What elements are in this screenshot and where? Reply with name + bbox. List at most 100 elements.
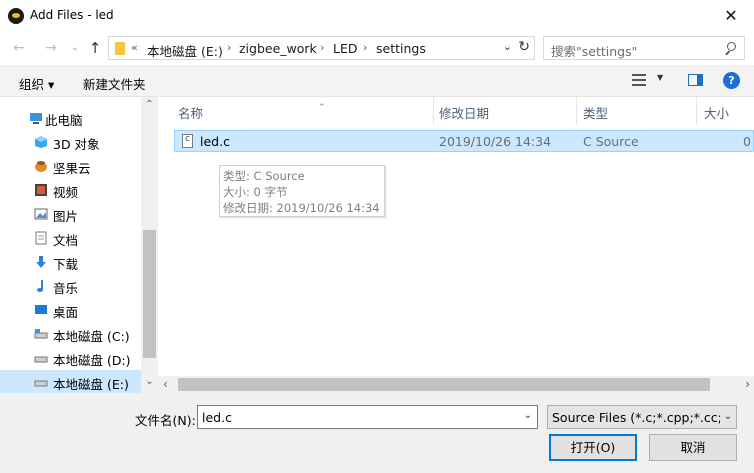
sidebar-item-3d-objects[interactable]: 3D 对象 (0, 130, 141, 154)
column-header-date[interactable]: 修改日期 (439, 97, 576, 125)
pc-icon (29, 111, 43, 125)
breadcrumb-chevron-icon[interactable]: › (363, 41, 367, 54)
sidebar-item-drive-d[interactable]: 本地磁盘 (D:) (0, 346, 141, 370)
horizontal-scrollbar[interactable]: ‹ › (158, 376, 754, 393)
recent-locations-chevron-icon[interactable]: ⌄ (66, 39, 84, 57)
folder-icon (115, 42, 125, 55)
toolbar: 组织 ▾ 新建文件夹 ▼ ? (0, 65, 754, 97)
scroll-left-icon[interactable]: ‹ (163, 377, 168, 391)
breadcrumb-chevron-icon[interactable]: › (227, 41, 231, 54)
file-list: 名称 ⌃ 修改日期 类型 大小 led.c 2019/10/26 14:34 C… (158, 97, 754, 393)
filename-value: led.c (202, 410, 232, 425)
sidebar-item-label: 音乐 (53, 281, 79, 296)
column-header-type[interactable]: 类型 (583, 97, 696, 125)
nut-cloud-icon (34, 159, 48, 173)
sidebar-item-label: 图片 (53, 209, 79, 224)
pictures-icon (34, 207, 48, 221)
file-date: 2019/10/26 14:34 (439, 134, 552, 149)
sidebar-item-music[interactable]: 音乐 (0, 274, 141, 298)
column-header-name[interactable]: 名称 ⌃ (178, 97, 433, 125)
app-icon (8, 8, 24, 24)
view-options-icon[interactable] (632, 73, 650, 87)
sidebar-item-label: 视频 (53, 185, 79, 200)
video-icon (34, 183, 48, 197)
file-tooltip: 类型: C Source 大小: 0 字节 修改日期: 2019/10/26 1… (219, 165, 385, 217)
organize-button[interactable]: 组织 ▾ (19, 74, 54, 93)
column-divider[interactable] (576, 97, 577, 125)
help-icon[interactable]: ? (723, 72, 740, 89)
filename-dropdown-icon[interactable]: ⌄ (524, 410, 532, 421)
sidebar-item-label: 此电脑 (45, 113, 83, 128)
desktop-icon (34, 303, 48, 317)
breadcrumb-segment[interactable]: 本地磁盘 (E:) (147, 41, 223, 60)
search-input[interactable]: 搜索"settings" (543, 36, 745, 60)
sidebar-item-label: 下载 (53, 257, 79, 272)
sidebar-item-label: 文档 (53, 233, 79, 248)
drive-icon (34, 375, 48, 389)
open-button[interactable]: 打开(O) (549, 434, 637, 461)
sidebar-item-label: 本地磁盘 (E:) (53, 377, 129, 392)
view-dropdown-icon[interactable]: ▼ (657, 73, 663, 82)
filename-label: 文件名(N): (135, 413, 196, 428)
sidebar-item-label: 坚果云 (53, 161, 91, 176)
column-divider[interactable] (696, 97, 697, 125)
sidebar-item-this-pc[interactable]: 此电脑 (0, 106, 141, 130)
back-arrow-icon[interactable]: ← (10, 39, 28, 57)
column-header-label: 修改日期 (439, 106, 490, 121)
sidebar-item-pictures[interactable]: 图片 (0, 202, 141, 226)
sidebar-item-videos[interactable]: 视频 (0, 178, 141, 202)
cancel-button[interactable]: 取消 (649, 434, 737, 461)
preview-pane-icon[interactable] (688, 74, 703, 86)
tooltip-type: 类型: C Source (223, 169, 305, 183)
address-dropdown-icon[interactable]: ⌄ (503, 40, 512, 53)
chevron-down-icon[interactable]: ⌄ (720, 406, 736, 428)
column-header-label: 名称 (178, 106, 204, 121)
tooltip-size: 大小: 0 字节 (223, 185, 288, 199)
sidebar-item-drive-c[interactable]: 本地磁盘 (C:) (0, 322, 141, 346)
sidebar-item-label: 本地磁盘 (C:) (53, 329, 130, 344)
table-row[interactable]: led.c 2019/10/26 14:34 C Source 0 (174, 130, 754, 152)
sidebar-item-label: 3D 对象 (53, 137, 100, 152)
sidebar-item-downloads[interactable]: 下载 (0, 250, 141, 274)
refresh-icon[interactable]: ↻ (518, 39, 530, 55)
sidebar-item-documents[interactable]: 文档 (0, 226, 141, 250)
tooltip-modified: 修改日期: 2019/10/26 14:34 (223, 201, 380, 215)
download-icon (34, 255, 48, 269)
scrollbar-thumb[interactable] (143, 230, 156, 358)
navigation-bar: ← → ⌄ ↑ « 本地磁盘 (E:) › zigbee_work › LED … (0, 31, 754, 65)
breadcrumb-segment[interactable]: zigbee_work (239, 41, 317, 56)
scrollbar-thumb[interactable] (178, 378, 710, 391)
drive-icon (34, 351, 48, 365)
sidebar-item-desktop[interactable]: 桌面 (0, 298, 141, 322)
sidebar-item-drive-e[interactable]: 本地磁盘 (E:) (0, 370, 141, 394)
sidebar-item-label: 桌面 (53, 305, 79, 320)
scroll-right-icon[interactable]: › (745, 377, 750, 391)
filename-input[interactable]: led.c ⌄ (197, 405, 538, 429)
new-folder-button[interactable]: 新建文件夹 (83, 74, 146, 93)
address-bar[interactable]: « 本地磁盘 (E:) › zigbee_work › LED › settin… (108, 36, 535, 60)
file-type-filter[interactable]: Source Files (*.c;*.cpp;*.cc;*.l ⌄ (547, 405, 737, 429)
close-button[interactable]: ✕ (708, 0, 754, 31)
navigation-scrollbar[interactable]: ⌃ ⌄ (141, 97, 158, 393)
scroll-down-icon[interactable]: ⌄ (141, 376, 158, 387)
breadcrumb-segment[interactable]: settings (376, 41, 426, 56)
breadcrumb-segment[interactable]: LED (333, 41, 358, 56)
navigation-pane: 此电脑 3D 对象 坚果云 视频 图片 文档 下载 音乐 桌面 本地磁盘 (C:… (0, 97, 158, 394)
music-icon (34, 279, 48, 293)
up-arrow-icon[interactable]: ↑ (86, 39, 104, 57)
forward-arrow-icon[interactable]: → (42, 39, 60, 57)
drive-icon (34, 327, 48, 341)
search-icon[interactable] (724, 42, 736, 54)
sidebar-item-nutstore[interactable]: 坚果云 (0, 154, 141, 178)
c-source-file-icon (182, 134, 193, 148)
cube-icon (34, 135, 48, 149)
search-placeholder: 搜索"settings" (551, 44, 638, 59)
file-type-filter-value: Source Files (*.c;*.cpp;*.cc;*.l (552, 410, 736, 425)
breadcrumb-overflow-icon[interactable]: « (131, 41, 138, 54)
column-divider[interactable] (433, 97, 434, 125)
breadcrumb-chevron-icon[interactable]: › (320, 41, 324, 54)
column-header-size[interactable]: 大小 (704, 97, 754, 125)
title-bar: Add Files - led ✕ (0, 0, 754, 31)
column-header-label: 类型 (583, 106, 609, 121)
scroll-up-icon[interactable]: ⌃ (141, 99, 158, 110)
